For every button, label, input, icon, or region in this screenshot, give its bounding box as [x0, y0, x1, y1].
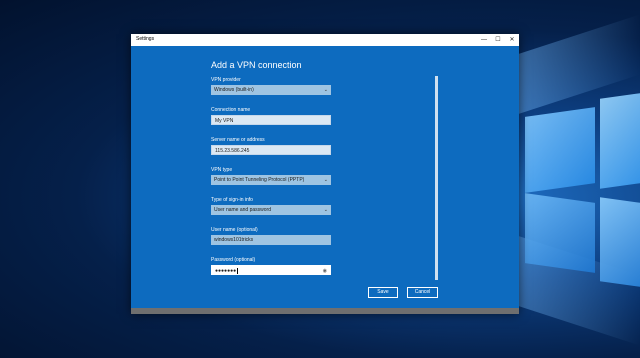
username-field[interactable]: windows101tricks [211, 235, 331, 245]
connection-name-label: Connection name [211, 107, 251, 113]
server-address-value: 115.23.586.245 [215, 148, 250, 154]
vpn-dialog: Add a VPN connection VPN provider Window… [131, 46, 519, 308]
close-button[interactable]: ✕ [505, 34, 519, 46]
chevron-down-icon: ⌄ [323, 207, 328, 213]
username-value: windows101tricks [214, 237, 254, 243]
password-value: ●●●●●●● [215, 268, 237, 274]
vpn-provider-label: VPN provider [211, 77, 241, 83]
maximize-button[interactable]: ☐ [491, 34, 505, 46]
minimize-button[interactable]: — [477, 34, 491, 46]
text-cursor [237, 267, 239, 274]
dialog-heading: Add a VPN connection [211, 60, 302, 70]
password-field[interactable]: ●●●●●●● ◉ [211, 265, 331, 275]
sign-in-type-label: Type of sign-in info [211, 197, 253, 203]
vpn-type-label: VPN type [211, 167, 233, 173]
username-label: User name (optional) [211, 227, 258, 233]
connection-name-value: My VPN [215, 118, 234, 124]
window-title: Settings [136, 36, 155, 42]
vpn-type-dropdown[interactable]: Point to Point Tunneling Protocol (PPTP)… [211, 175, 331, 185]
windows-logo-pane [600, 197, 640, 287]
vpn-type-value: Point to Point Tunneling Protocol (PPTP) [214, 177, 305, 183]
vpn-provider-dropdown[interactable]: Windows (built-in) ⌄ [211, 85, 331, 95]
cancel-button[interactable]: Cancel [407, 287, 438, 298]
server-address-field[interactable]: 115.23.586.245 [211, 145, 331, 155]
title-bar[interactable]: Settings — ☐ ✕ [131, 34, 519, 46]
save-button[interactable]: Save [368, 287, 398, 298]
sign-in-type-dropdown[interactable]: User name and password ⌄ [211, 205, 331, 215]
chevron-down-icon: ⌄ [323, 177, 328, 183]
window-bottom-bar [131, 308, 519, 314]
sign-in-type-value: User name and password [214, 207, 271, 213]
settings-window: Settings — ☐ ✕ Add a VPN connection VPN … [131, 34, 519, 314]
vpn-provider-value: Windows (built-in) [214, 87, 254, 93]
password-label: Password (optional) [211, 257, 256, 263]
connection-name-field[interactable]: My VPN [211, 115, 331, 125]
windows-logo-pane [525, 193, 595, 273]
chevron-down-icon: ⌄ [323, 87, 328, 93]
eye-icon[interactable]: ◉ [323, 266, 327, 276]
windows-logo-pane [525, 107, 595, 193]
server-label: Server name or address [211, 137, 265, 143]
scrollbar[interactable] [435, 76, 438, 280]
windows-logo-pane [600, 93, 640, 189]
